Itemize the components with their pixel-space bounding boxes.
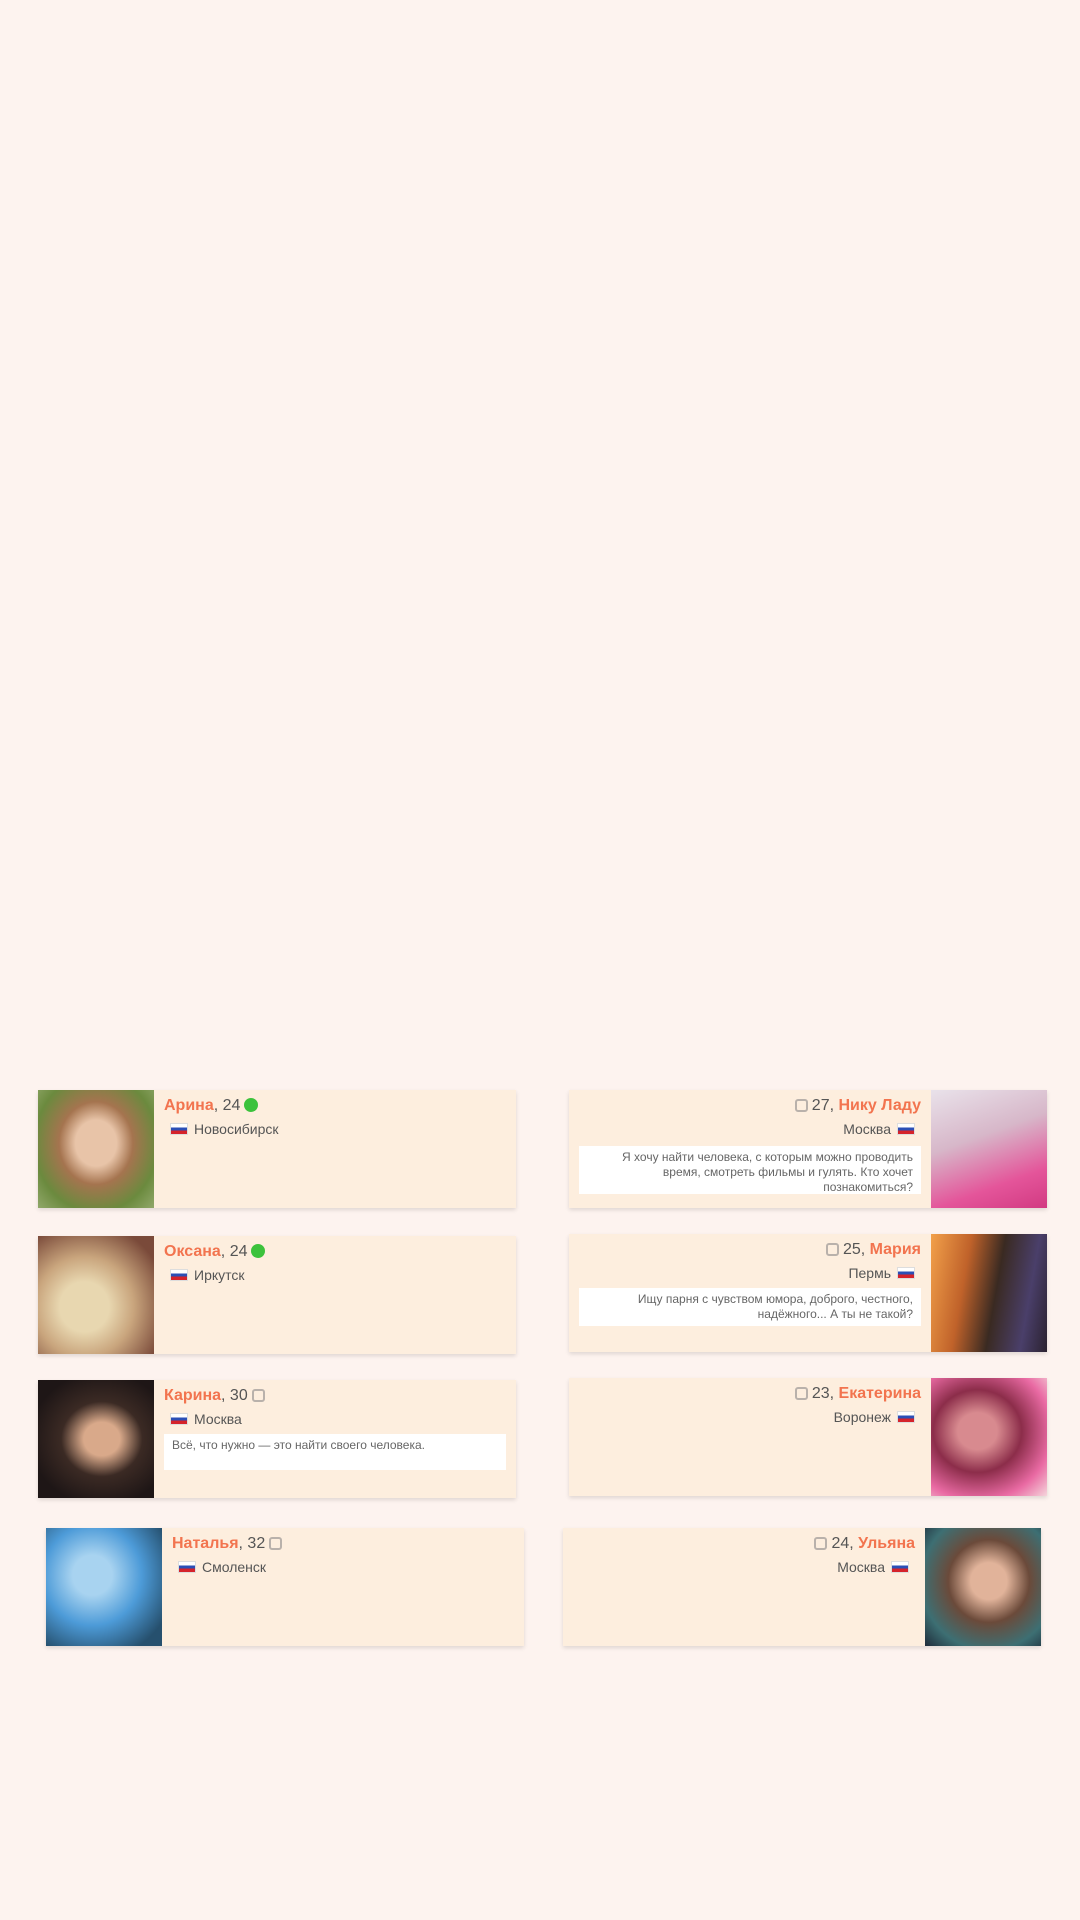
avatar[interactable] (38, 1236, 154, 1354)
profile-info: Оксана, 24 Иркутск (164, 1242, 506, 1284)
profile-card[interactable]: 24, Ульяна Москва (563, 1528, 1041, 1646)
flag-icon (891, 1561, 909, 1573)
offline-status-icon (251, 1389, 265, 1402)
profile-info: 27, Нику Ладу Москва (579, 1096, 921, 1138)
avatar[interactable] (38, 1380, 154, 1498)
profile-note: Я хочу найти человека, с которым можно п… (579, 1146, 921, 1194)
profile-info: Арина, 24 Новосибирск (164, 1097, 279, 1137)
profile-info: 23, Екатерина Воронеж (579, 1384, 921, 1426)
avatar[interactable] (38, 1090, 154, 1208)
offline-status-icon (269, 1537, 283, 1550)
flag-icon (178, 1561, 196, 1573)
profile-city: Воронеж (833, 1409, 891, 1425)
avatar[interactable] (46, 1528, 162, 1646)
profile-note: Ищу парня с чувством юмора, доброго, чес… (579, 1288, 921, 1326)
flag-icon (897, 1411, 915, 1423)
profile-name[interactable]: Карина (164, 1387, 221, 1404)
profile-age: 24 (229, 1243, 248, 1260)
profile-name[interactable]: Екатерина (839, 1385, 921, 1402)
profile-city: Москва (194, 1411, 242, 1427)
profile-city: Иркутск (194, 1267, 245, 1283)
offline-status-icon (814, 1537, 828, 1550)
profile-city: Новосибирск (194, 1121, 279, 1137)
profile-age: 23 (811, 1385, 830, 1402)
profile-city: Москва (843, 1121, 891, 1137)
profile-city: Москва (837, 1559, 885, 1575)
profile-name[interactable]: Наталья (172, 1535, 239, 1552)
avatar[interactable] (925, 1528, 1041, 1646)
profile-city: Смоленск (202, 1559, 267, 1575)
online-status-icon (251, 1244, 266, 1258)
profile-name[interactable]: Оксана (164, 1243, 221, 1260)
flag-icon (897, 1267, 915, 1279)
profile-info: Карина, 30 Москва (164, 1386, 506, 1428)
profile-card[interactable]: 25, Мария Пермь Ищу парня с чувством юмо… (569, 1234, 1047, 1352)
profile-info: Наталья, 32 Смоленск (172, 1534, 514, 1576)
profile-age: 32 (247, 1535, 266, 1552)
offline-status-icon (825, 1243, 839, 1256)
profile-card[interactable]: Карина, 30 Москва Всё, что нужно — это н… (38, 1380, 516, 1498)
profile-info: 25, Мария Пермь (579, 1240, 921, 1282)
profile-age: 27 (811, 1097, 830, 1114)
profile-info: 24, Ульяна Москва (573, 1534, 915, 1576)
profile-card[interactable]: 23, Екатерина Воронеж (569, 1378, 1047, 1496)
profile-name[interactable]: Ульяна (858, 1535, 915, 1552)
profile-city: Пермь (848, 1265, 891, 1281)
profile-age: 30 (229, 1387, 248, 1404)
profile-age: 24 (222, 1097, 241, 1114)
offline-status-icon (794, 1387, 808, 1400)
flag-icon (170, 1269, 188, 1281)
profile-card[interactable]: Оксана, 24 Иркутск (38, 1236, 516, 1354)
profile-card[interactable]: Наталья, 32 Смоленск (46, 1528, 524, 1646)
flag-icon (897, 1123, 915, 1135)
offline-status-icon (794, 1099, 808, 1112)
profile-name[interactable]: Нику Ладу (838, 1097, 921, 1114)
profile-note: Всё, что нужно — это найти своего челове… (164, 1434, 506, 1470)
avatar[interactable] (931, 1090, 1047, 1208)
profile-age: 24 (831, 1535, 850, 1552)
online-status-icon (244, 1098, 259, 1112)
profile-card[interactable]: Арина, 24 Новосибирск (38, 1090, 516, 1208)
flag-icon (170, 1123, 188, 1135)
avatar[interactable] (931, 1378, 1047, 1496)
avatar[interactable] (931, 1234, 1047, 1352)
profile-name[interactable]: Арина (164, 1097, 214, 1114)
profile-name[interactable]: Мария (870, 1241, 921, 1258)
profile-card[interactable]: 27, Нику Ладу Москва Я хочу найти челове… (569, 1090, 1047, 1208)
flag-icon (170, 1413, 188, 1425)
profile-age: 25 (842, 1241, 861, 1258)
